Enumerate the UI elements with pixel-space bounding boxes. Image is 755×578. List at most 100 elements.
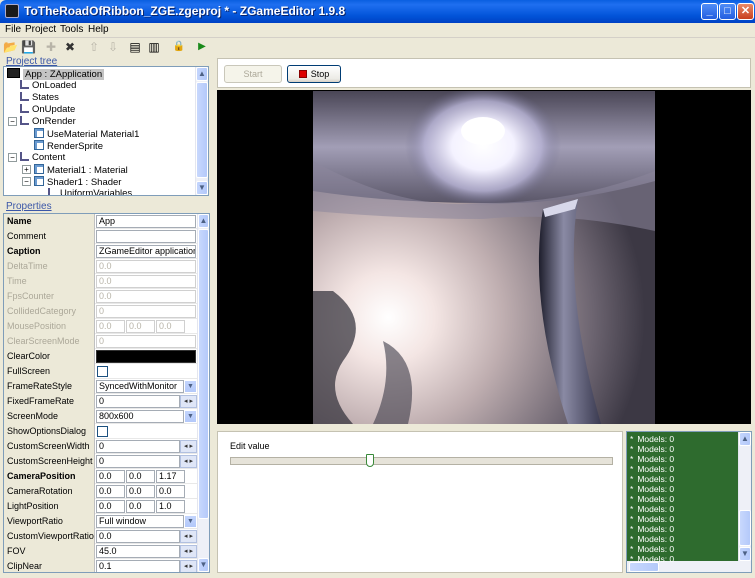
close-button[interactable]: ✕ bbox=[737, 3, 754, 20]
property-row: FOV 45.0 ◂ ▸ bbox=[4, 544, 197, 559]
tree-item[interactable]: App : ZApplication bbox=[7, 68, 105, 80]
scroll-thumb[interactable] bbox=[739, 510, 751, 546]
tree-item[interactable]: Content bbox=[20, 152, 65, 164]
menu-help[interactable]: Help bbox=[88, 24, 109, 35]
vector-component-field[interactable]: 1.17 bbox=[156, 470, 185, 483]
slider-thumb[interactable] bbox=[366, 454, 374, 467]
log-bullet: * bbox=[630, 474, 634, 484]
property-row: ClearScreenMode 0 bbox=[4, 334, 197, 349]
scroll-up-icon[interactable]: ▲ bbox=[739, 432, 751, 446]
spin-arrows-icon[interactable]: ◂ ▸ bbox=[180, 455, 197, 468]
spin-arrows-icon[interactable]: ◂ ▸ bbox=[180, 560, 197, 572]
tree-expander-icon[interactable]: + bbox=[22, 165, 31, 174]
spin-edit-field[interactable]: 0 bbox=[96, 440, 180, 453]
tree-item-label: OnLoaded bbox=[32, 80, 77, 91]
property-value-field[interactable]: ZGameEditor application bbox=[96, 245, 196, 258]
menu-tools[interactable]: Tools bbox=[60, 24, 83, 35]
menu-project[interactable]: Project bbox=[25, 24, 56, 35]
tree-item[interactable]: OnRender bbox=[20, 116, 76, 128]
component-icon bbox=[34, 128, 44, 138]
vector-component-field[interactable]: 0.0 bbox=[156, 485, 185, 498]
spin-arrows-icon[interactable]: ◂ ▸ bbox=[180, 530, 197, 543]
save-icon[interactable]: 💾 bbox=[21, 40, 36, 54]
spin-arrows-icon[interactable]: ◂ ▸ bbox=[180, 440, 197, 453]
spin-edit-field[interactable]: 45.0 bbox=[96, 545, 180, 558]
property-name: ClipNear bbox=[4, 559, 95, 572]
maximize-button[interactable]: □ bbox=[719, 3, 736, 20]
chevron-down-icon[interactable]: ▼ bbox=[184, 410, 197, 423]
tree-item[interactable]: Shader1 : Shader bbox=[34, 176, 121, 188]
paste-icon[interactable]: ▥ bbox=[147, 40, 161, 54]
log-line: * Models: 0 bbox=[630, 464, 674, 474]
log-line: * Models: 0 bbox=[630, 484, 674, 494]
log-bullet: * bbox=[630, 444, 634, 454]
minimize-button[interactable]: _ bbox=[701, 3, 718, 20]
scroll-up-icon[interactable]: ▲ bbox=[196, 67, 208, 81]
vector-component-field[interactable]: 0.0 bbox=[126, 470, 155, 483]
dropdown-field[interactable]: Full window bbox=[96, 515, 184, 528]
properties-scrollbar[interactable]: ▲ ▼ bbox=[197, 214, 209, 572]
tree-expander-icon[interactable]: − bbox=[8, 153, 17, 162]
scroll-thumb[interactable] bbox=[198, 229, 209, 519]
project-tree[interactable]: ▲ ▼ App : ZApplication OnLoaded States OnUp… bbox=[3, 66, 209, 196]
dropdown-field[interactable]: SyncedWithMonitor bbox=[96, 380, 184, 393]
app-icon bbox=[7, 68, 20, 78]
spin-arrows-icon[interactable]: ◂ ▸ bbox=[180, 395, 197, 408]
component-icon bbox=[34, 176, 44, 186]
log-text: Models: 0 bbox=[637, 554, 675, 564]
scroll-down-icon[interactable]: ▼ bbox=[198, 558, 209, 572]
property-value-field[interactable]: App bbox=[96, 215, 196, 228]
start-button[interactable]: Start bbox=[224, 65, 282, 83]
log-scrollbar[interactable]: ▲ ▼ bbox=[738, 432, 751, 561]
tree-item[interactable]: OnLoaded bbox=[20, 80, 76, 92]
menu-file[interactable]: File bbox=[5, 24, 21, 35]
checkbox[interactable] bbox=[97, 426, 108, 437]
tree-expander-icon[interactable]: − bbox=[8, 117, 17, 126]
spin-arrows-icon[interactable]: ◂ ▸ bbox=[180, 545, 197, 558]
copy-icon[interactable]: ▤ bbox=[128, 40, 142, 54]
tree-item[interactable]: RenderSprite bbox=[34, 140, 103, 152]
vector-component-field[interactable]: 0.0 bbox=[96, 500, 125, 513]
dropdown-field[interactable]: 800x600 bbox=[96, 410, 184, 423]
property-value-field[interactable] bbox=[96, 230, 196, 243]
move-down-icon[interactable]: ⇩ bbox=[106, 40, 120, 54]
chevron-down-icon[interactable]: ▼ bbox=[184, 515, 197, 528]
run-icon[interactable]: ▶ bbox=[195, 40, 209, 54]
scroll-down-icon[interactable]: ▼ bbox=[196, 181, 208, 195]
tree-item[interactable]: States bbox=[20, 92, 59, 104]
edit-value-slider[interactable] bbox=[230, 454, 613, 467]
app-icon bbox=[5, 4, 19, 18]
scroll-thumb[interactable] bbox=[196, 82, 208, 178]
spin-edit-field[interactable]: 0.0 bbox=[96, 530, 180, 543]
tree-item-label: App : ZApplication bbox=[23, 69, 105, 80]
start-label: Start bbox=[243, 69, 263, 79]
scroll-up-icon[interactable]: ▲ bbox=[198, 214, 209, 228]
chevron-down-icon[interactable]: ▼ bbox=[184, 380, 197, 393]
spin-edit-field[interactable]: 0.1 bbox=[96, 560, 180, 572]
tree-item[interactable]: Material1 : Material bbox=[34, 164, 128, 176]
stop-button[interactable]: Stop bbox=[287, 65, 341, 83]
tree-item[interactable]: OnUpdate bbox=[20, 104, 75, 116]
delete-icon[interactable]: ✖ bbox=[63, 40, 77, 54]
tree-expander-icon[interactable]: − bbox=[22, 177, 31, 186]
move-up-icon[interactable]: ⇧ bbox=[87, 40, 101, 54]
vector-component-field[interactable]: 1.0 bbox=[156, 500, 185, 513]
checkbox[interactable] bbox=[97, 366, 108, 377]
vector-component-field: 0.0 bbox=[156, 320, 185, 333]
tree-item[interactable]: UseMaterial Material1 bbox=[34, 128, 139, 140]
vector-component-field[interactable]: 0.0 bbox=[96, 485, 125, 498]
open-folder-icon[interactable]: 📂 bbox=[3, 40, 18, 54]
spin-edit-field[interactable]: 0 bbox=[96, 455, 180, 468]
render-viewport[interactable] bbox=[217, 90, 751, 424]
tree-item[interactable]: UniformVariables bbox=[48, 188, 132, 195]
scroll-down-icon[interactable]: ▼ bbox=[739, 547, 751, 561]
vector-component-field[interactable]: 0.0 bbox=[126, 500, 155, 513]
color-swatch[interactable] bbox=[96, 350, 196, 363]
spin-edit-field[interactable]: 0 bbox=[96, 395, 180, 408]
add-icon[interactable]: ✚ bbox=[44, 40, 58, 54]
vector-component-field[interactable]: 0.0 bbox=[96, 470, 125, 483]
lock-icon[interactable]: 🔒 bbox=[172, 40, 186, 54]
tree-scrollbar[interactable]: ▲ ▼ bbox=[195, 67, 208, 195]
property-name: MousePosition bbox=[4, 319, 95, 334]
vector-component-field[interactable]: 0.0 bbox=[126, 485, 155, 498]
